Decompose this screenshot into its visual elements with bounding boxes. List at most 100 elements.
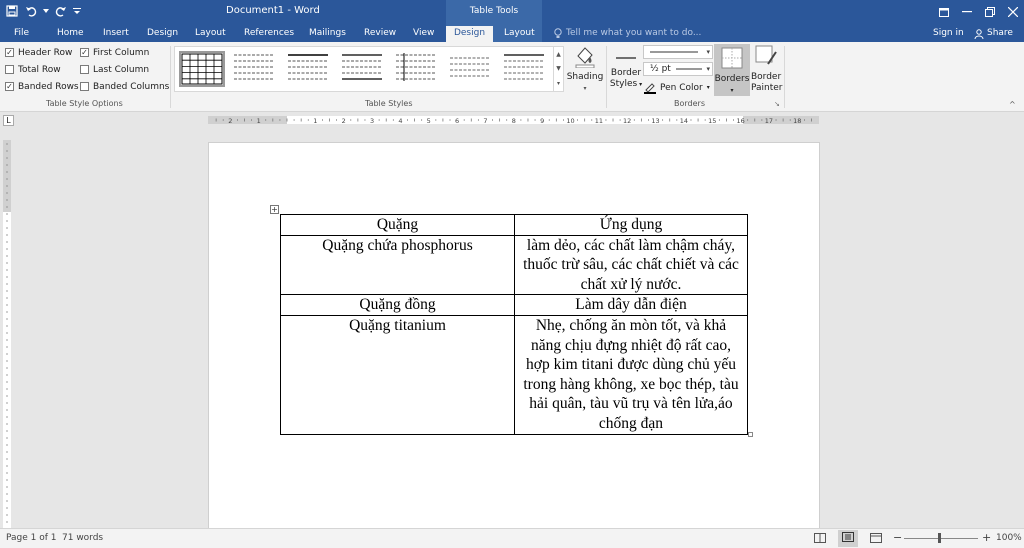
ruler-number: 14 [680, 117, 688, 124]
table-style-plain-5[interactable] [449, 51, 495, 87]
first-column-option[interactable]: ✓ First Column [80, 46, 149, 59]
share-button[interactable]: Share [974, 26, 1013, 41]
chevron-down-icon[interactable] [42, 3, 50, 19]
horizontal-ruler[interactable]: 2 1 1 2 3 4 5 6 7 8 9 10 11 12 13 14 15 16 17 18 [208, 116, 819, 125]
tab-design[interactable]: Design [147, 26, 178, 42]
border-painter-button[interactable]: Border Painter [751, 44, 783, 94]
table-tools-band: Table Tools [446, 0, 542, 24]
zoom-slider-track[interactable] [904, 538, 978, 539]
window-controls [932, 0, 1024, 24]
tab-table-design[interactable]: Design [446, 26, 493, 42]
gallery-scroll[interactable]: ▲ ▼ ▾ [553, 46, 564, 92]
table-cell[interactable]: Quặng titanium [280, 314, 515, 435]
tab-view[interactable]: View [413, 26, 434, 42]
table-style-plain-4[interactable] [395, 51, 441, 87]
tab-table-layout[interactable]: Layout [504, 26, 535, 42]
shading-label: Shading [566, 72, 604, 82]
quick-access-toolbar [4, 3, 82, 19]
ruler-number: 18 [793, 117, 801, 124]
table-header-cell[interactable]: Quặng [280, 214, 515, 236]
restore-icon[interactable] [978, 0, 1001, 24]
borders-button[interactable]: Borders ▾ [714, 44, 750, 96]
table-resize-handle[interactable] [748, 432, 753, 437]
collapse-ribbon-icon[interactable]: ^ [1009, 100, 1016, 109]
table-style-grid[interactable] [179, 51, 225, 87]
tab-layout[interactable]: Layout [195, 26, 226, 42]
line-weight-dropdown[interactable]: ½ pt ▾ [643, 62, 713, 76]
document-table[interactable]: Quặng Ứng dụng Quặng chứa phosphorus làm… [280, 214, 748, 435]
table-style-plain-3[interactable] [341, 51, 387, 87]
tab-selector[interactable]: L [3, 115, 14, 126]
banded-columns-option[interactable]: Banded Columns [80, 80, 169, 93]
page-count[interactable]: Page 1 of 1 [6, 533, 57, 543]
border-painter-label-2: Painter [751, 83, 783, 93]
tab-references[interactable]: References [244, 26, 294, 42]
banded-columns-checkbox[interactable] [80, 82, 89, 91]
total-row-checkbox[interactable] [5, 65, 14, 74]
vertical-ruler[interactable] [3, 140, 11, 528]
table-cell[interactable]: Làm dây dẫn điện [514, 294, 748, 316]
tab-home[interactable]: Home [57, 26, 84, 42]
borders-icon [721, 47, 743, 69]
zoom-slider-thumb[interactable] [938, 533, 941, 543]
title-bar: Document1 - Word Table Tools [0, 0, 1024, 24]
last-column-option[interactable]: Last Column [80, 63, 149, 76]
tab-review[interactable]: Review [364, 26, 396, 42]
banded-rows-option[interactable]: ✓ Banded Rows [5, 80, 79, 93]
last-column-checkbox[interactable] [80, 65, 89, 74]
header-row-checkbox[interactable]: ✓ [5, 48, 14, 57]
sign-in-link[interactable]: Sign in [933, 26, 964, 41]
banded-rows-checkbox[interactable]: ✓ [5, 82, 14, 91]
line-style-dropdown[interactable]: ▾ [643, 45, 713, 59]
tab-insert[interactable]: Insert [103, 26, 129, 42]
read-mode-icon[interactable] [814, 533, 826, 546]
ruler-number: 15 [708, 117, 716, 124]
border-styles-label-1: Border [610, 68, 642, 78]
total-row-label: Total Row [18, 64, 61, 75]
table-header-cell[interactable]: Ứng dụng [514, 214, 748, 236]
zoom-in-icon[interactable]: + [982, 531, 991, 544]
undo-icon[interactable] [23, 3, 39, 19]
word-count[interactable]: 71 words [62, 533, 103, 543]
ruler-number: 1 [257, 117, 261, 124]
ribbon-display-icon[interactable] [932, 0, 955, 24]
customize-qat-icon[interactable] [72, 3, 82, 19]
dialog-launcher-icon[interactable]: ↘ [774, 100, 780, 108]
table-cell[interactable]: Quặng chứa phosphorus [280, 234, 515, 296]
table-style-plain-2[interactable] [287, 51, 333, 87]
ruler-number: 12 [623, 117, 631, 124]
shading-button[interactable]: Shading ▾ [566, 44, 604, 94]
table-cell[interactable]: Nhẹ, chống ăn mòn tốt, và khả năng chịu … [514, 314, 748, 435]
tab-file[interactable]: File [14, 26, 29, 42]
table-tools-label: Table Tools [469, 6, 519, 16]
table-styles-gallery [174, 46, 554, 92]
table-move-icon[interactable]: + [270, 205, 279, 214]
tell-me-search[interactable]: Tell me what you want to do... [566, 26, 701, 42]
web-layout-icon[interactable] [870, 533, 882, 546]
print-layout-icon[interactable] [838, 530, 858, 547]
first-column-checkbox[interactable]: ✓ [80, 48, 89, 57]
ruler-number: 8 [512, 117, 516, 124]
person-icon [974, 28, 984, 39]
ruler-number: 7 [483, 117, 487, 124]
total-row-option[interactable]: Total Row [5, 63, 61, 76]
border-styles-button[interactable]: Border Styles ▾ [609, 44, 643, 90]
zoom-out-icon[interactable]: − [893, 531, 902, 544]
banded-rows-label: Banded Rows [18, 81, 79, 92]
zoom-level[interactable]: 100% [996, 533, 1022, 543]
minimize-icon[interactable] [955, 0, 978, 24]
tab-mailings[interactable]: Mailings [309, 26, 346, 42]
table-cell[interactable]: làm dẻo, các chất làm chậm cháy, thuốc t… [514, 234, 748, 296]
last-column-label: Last Column [93, 64, 150, 75]
pen-color-dropdown[interactable]: Pen Color ▾ [644, 81, 710, 94]
ruler-number: 13 [651, 117, 659, 124]
save-icon[interactable] [4, 3, 20, 19]
ruler-left-margin [208, 116, 287, 124]
table-style-plain-6[interactable] [503, 51, 549, 87]
close-icon[interactable] [1001, 0, 1024, 24]
redo-icon[interactable] [53, 3, 69, 19]
table-cell[interactable]: Quặng đồng [280, 294, 515, 316]
word-window: Document1 - Word Table Tools File Home I… [0, 0, 1024, 548]
header-row-option[interactable]: ✓ Header Row [5, 46, 72, 59]
table-style-plain-1[interactable] [233, 51, 279, 87]
